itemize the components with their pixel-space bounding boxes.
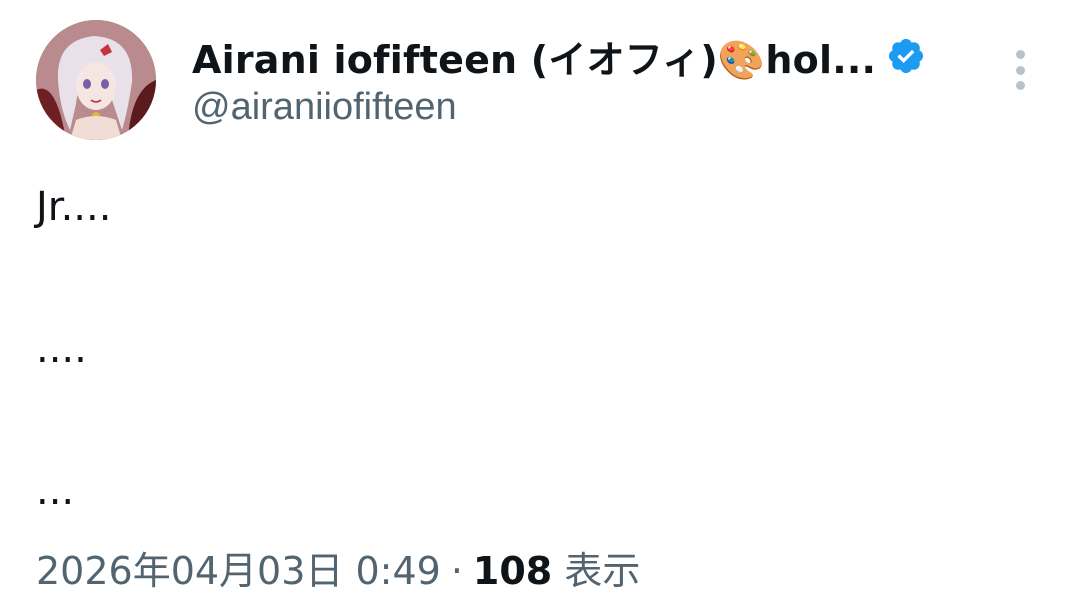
more-dot: [1015, 65, 1025, 75]
tweet-text-line: Jr....: [36, 184, 112, 230]
tweet-card: Airani iofifteen (イオフィ)🎨hol... @airaniio…: [0, 0, 1080, 610]
tweet-text-line: ...: [36, 468, 75, 514]
more-vertical-icon[interactable]: [1008, 50, 1032, 90]
anime-character-avatar-icon: [36, 20, 156, 140]
timestamp[interactable]: 2026年04月03日 0:49: [36, 540, 441, 595]
tweet-meta: 2026年04月03日 0:49 · 108 表示: [36, 540, 640, 595]
user-name-row: Airani iofifteen (イオフィ)🎨hol...: [192, 28, 926, 84]
user-handle[interactable]: @airaniiofifteen: [192, 86, 457, 129]
more-dot: [1015, 81, 1025, 90]
meta-separator: ·: [450, 549, 463, 593]
views-label: 表示: [564, 549, 641, 593]
views-count: 108: [472, 549, 553, 593]
avatar[interactable]: [36, 20, 156, 140]
more-dot: [1015, 50, 1025, 59]
verified-badge-icon: [886, 36, 926, 76]
display-name[interactable]: Airani iofifteen (イオフィ)🎨hol...: [192, 29, 876, 84]
tweet-text-line: ....: [36, 326, 87, 372]
